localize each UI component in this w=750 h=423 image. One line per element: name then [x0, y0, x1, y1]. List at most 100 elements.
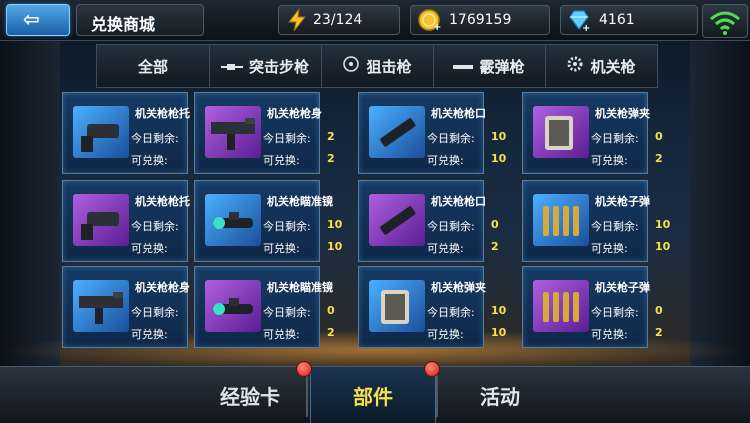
- item-thumbnail: [205, 194, 261, 246]
- item-thumbnail: [73, 194, 129, 246]
- tab-label: 经验卡: [220, 384, 280, 409]
- remaining-value: 10: [327, 218, 343, 231]
- remaining-label: 今日剩余:: [427, 132, 475, 145]
- page-title: 兑换商城: [91, 15, 156, 34]
- item-thumbnail: [533, 280, 589, 332]
- remaining-label: 今日剩余:: [427, 306, 475, 319]
- item-card[interactable]: 机关枪枪身 今日剩余: 2 可兑换: 2: [194, 92, 335, 174]
- item-card[interactable]: 机关枪枪身今日剩余:10 可兑换:10: [62, 266, 210, 348]
- shotgun-icon: [453, 57, 474, 75]
- item-thumbnail: [533, 106, 589, 158]
- back-arrow-icon: ⇦: [23, 7, 40, 31]
- scope-icon: [213, 212, 253, 229]
- item-thumbnail: [205, 280, 261, 332]
- tab-events[interactable]: 活动: [440, 367, 560, 423]
- item-name: 机关枪枪托: [135, 195, 190, 208]
- gold-display[interactable]: + 1769159: [410, 5, 550, 35]
- tab-sniper[interactable]: 狙击枪: [321, 45, 434, 87]
- tab-all[interactable]: 全部: [97, 45, 210, 87]
- page-title-box: 兑换商城: [76, 4, 204, 36]
- gun-stock-icon: [81, 212, 119, 240]
- item-card[interactable]: 机关枪子弹 今日剩余: 10 可兑换: 10: [522, 180, 670, 262]
- exchangeable-row: 可兑换:10: [591, 240, 670, 256]
- remaining-row: 今日剩余: 10: [591, 218, 670, 234]
- item-name: 机关枪弹夹: [595, 107, 650, 120]
- remaining-row: 今日剩余: 0: [427, 218, 499, 234]
- item-thumbnail: [73, 280, 129, 332]
- back-button[interactable]: ⇦: [6, 4, 70, 36]
- item-thumbnail: [369, 106, 425, 158]
- item-thumbnail: [73, 106, 129, 158]
- item-thumbnail: [369, 280, 425, 332]
- item-card[interactable]: 机关枪枪口今日剩余: 0 可兑换: 2: [358, 180, 499, 262]
- item-card[interactable]: 机关枪瞄准镜 今日剩余: 10 可兑换: 10: [194, 180, 342, 262]
- item-card[interactable]: 机关枪子弹 今日剩余: 0 可兑换: 2: [522, 266, 663, 348]
- item-name: 机关枪子弹: [595, 195, 650, 208]
- gun-body-icon: [211, 118, 255, 150]
- remaining-label: 今日剩余:: [263, 306, 311, 319]
- tab-label: 狙击枪: [366, 57, 412, 76]
- exchangeable-value: 2: [491, 240, 499, 253]
- item-thumbnail: [533, 194, 589, 246]
- exchangeable-row: 可兑换: 2: [263, 326, 335, 342]
- item-card[interactable]: 机关枪枪口 今日剩余: 10 可兑换: 10: [358, 92, 506, 174]
- item-card[interactable]: 机关枪枪托今日剩余:0 可兑换:2: [62, 180, 203, 262]
- gun-stock-icon: [81, 124, 119, 152]
- exchangeable-value: 10: [327, 240, 343, 253]
- tab-label: 部件: [353, 384, 393, 409]
- item-thumbnail: [369, 194, 425, 246]
- item-name: 机关枪枪口: [431, 195, 486, 208]
- exchangeable-row: 可兑换:10: [131, 152, 210, 168]
- item-name: 机关枪子弹: [595, 281, 650, 294]
- exchangeable-label: 可兑换:: [591, 242, 628, 255]
- item-name: 机关枪弹夹: [431, 281, 486, 294]
- tab-label: 全部: [137, 57, 168, 76]
- energy-value: 23/124: [313, 12, 363, 28]
- exchangeable-row: 可兑换: 10: [427, 152, 506, 168]
- magazine-icon: [545, 116, 573, 150]
- tab-exp-card[interactable]: 经验卡: [190, 367, 310, 423]
- exchangeable-row: 可兑换: 2: [591, 326, 663, 342]
- remaining-label: 今日剩余:: [263, 220, 311, 233]
- item-name: 机关枪瞄准镜: [267, 281, 333, 294]
- exchangeable-label: 可兑换:: [131, 242, 168, 255]
- energy-display[interactable]: 23/124: [278, 5, 400, 35]
- exchangeable-value: 10: [491, 152, 507, 165]
- wifi-status[interactable]: [702, 4, 748, 38]
- remaining-row: 今日剩余: 10: [263, 218, 342, 234]
- exchangeable-label: 可兑换:: [131, 328, 168, 341]
- exchangeable-value: 2: [655, 152, 663, 165]
- exchangeable-label: 可兑换:: [263, 328, 300, 341]
- item-name: 机关枪枪身: [267, 107, 322, 120]
- muzzle-icon: [380, 118, 416, 147]
- crosshair-icon: [342, 55, 360, 77]
- tab-parts[interactable]: 部件: [310, 367, 436, 423]
- item-card[interactable]: 机关枪瞄准镜 今日剩余: 0 可兑换: 2: [194, 266, 335, 348]
- remaining-label: 今日剩余:: [131, 306, 179, 319]
- bottom-tab-bar: 经验卡 部件 活动: [0, 366, 750, 423]
- bullets-icon: [543, 292, 579, 322]
- remaining-label: 今日剩余:: [591, 220, 639, 233]
- muzzle-icon: [380, 206, 416, 235]
- gear-icon: [566, 55, 584, 77]
- remaining-value: 2: [327, 130, 335, 143]
- tab-assault-rifle[interactable]: 突击步枪: [209, 45, 322, 87]
- remaining-row: 今日剩余: 0: [591, 130, 663, 146]
- remaining-value: 10: [491, 304, 507, 317]
- remaining-label: 今日剩余:: [427, 220, 475, 233]
- remaining-row: 今日剩余: 10: [427, 130, 506, 146]
- diamond-icon: +: [569, 10, 590, 32]
- item-card[interactable]: 机关枪弹夹 今日剩余: 0 可兑换: 2: [522, 92, 663, 174]
- wifi-icon: [710, 11, 740, 35]
- diamond-display[interactable]: + 4161: [560, 5, 698, 35]
- item-card[interactable]: 机关枪弹夹 今日剩余: 10 可兑换: 10: [358, 266, 506, 348]
- tab-label: 机关枪: [590, 57, 636, 76]
- exchangeable-row: 可兑换: 2: [427, 240, 499, 256]
- remaining-value: 10: [655, 218, 671, 231]
- exchangeable-label: 可兑换:: [427, 154, 464, 167]
- tab-machine-gun[interactable]: 机关枪: [545, 45, 657, 87]
- remaining-row: 今日剩余: 2: [263, 130, 335, 146]
- tab-shotgun[interactable]: 霰弹枪: [433, 45, 546, 87]
- item-card[interactable]: 机关枪枪托今日剩余:10 可兑换:10: [62, 92, 210, 174]
- remaining-value: 0: [655, 130, 663, 143]
